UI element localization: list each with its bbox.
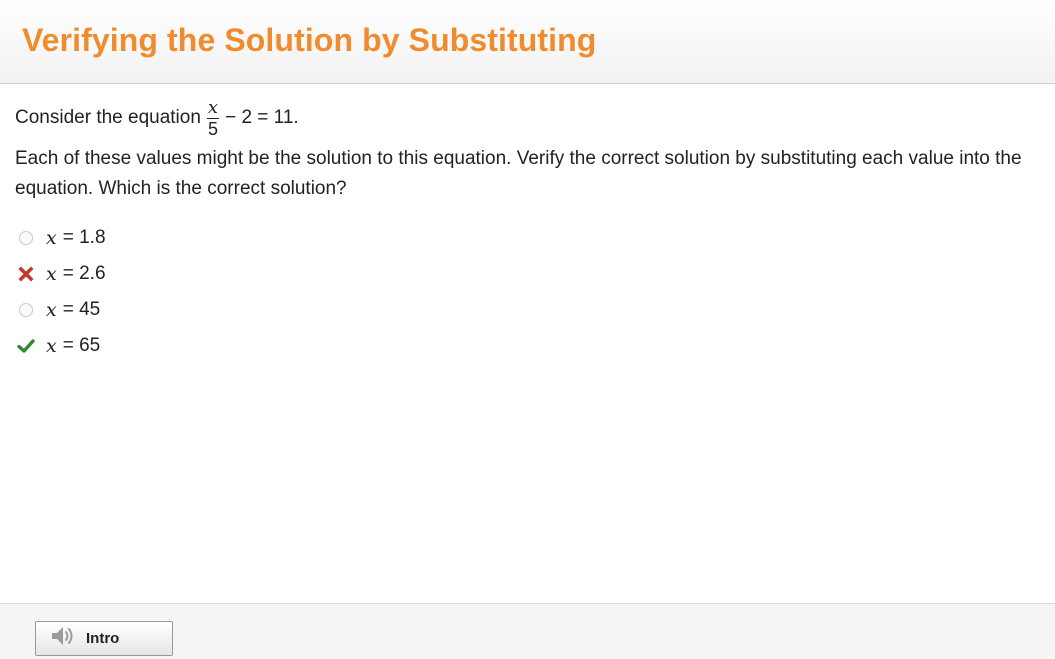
- intro-button-label: Intro: [86, 630, 120, 647]
- radio-button[interactable]: [16, 228, 36, 248]
- page-title: Verifying the Solution by Substituting: [22, 22, 597, 58]
- choice-label: = 2.6: [62, 263, 106, 284]
- fraction: x 5: [206, 96, 220, 139]
- choice-option-1[interactable]: x = 1.8: [15, 220, 1045, 256]
- equation-prompt: Consider the equation x 5 − 2 = 11.: [15, 96, 1045, 140]
- choice-option-3[interactable]: x = 45: [15, 292, 1045, 328]
- answer-choices: x = 1.8 x = 2.6 x = 45 x = 65: [15, 220, 1045, 364]
- instructions-text: Each of these values might be the soluti…: [15, 148, 1022, 199]
- choice-variable: x: [46, 335, 57, 357]
- correct-check-icon: [16, 336, 36, 356]
- speaker-icon: [50, 624, 76, 653]
- choice-label: = 65: [62, 335, 101, 356]
- choice-label: = 45: [62, 299, 101, 320]
- fraction-numerator: x: [206, 96, 220, 119]
- equation-suffix: − 2 = 11.: [225, 107, 299, 128]
- page-header: Verifying the Solution by Substituting: [0, 0, 1055, 84]
- choice-option-2[interactable]: x = 2.6: [15, 256, 1045, 292]
- choice-variable: x: [46, 299, 57, 321]
- intro-button[interactable]: Intro: [35, 621, 173, 656]
- question-area: Consider the equation x 5 − 2 = 11. Each…: [15, 96, 1045, 364]
- choice-option-4[interactable]: x = 65: [15, 328, 1045, 364]
- footer-bar: Intro: [0, 603, 1055, 659]
- fraction-denominator: 5: [207, 118, 218, 139]
- radio-button[interactable]: [16, 300, 36, 320]
- choice-variable: x: [46, 227, 57, 249]
- choice-variable: x: [46, 263, 57, 285]
- choice-label: = 1.8: [62, 227, 106, 248]
- incorrect-x-icon: [16, 264, 36, 284]
- equation-prefix: Consider the equation: [15, 107, 201, 128]
